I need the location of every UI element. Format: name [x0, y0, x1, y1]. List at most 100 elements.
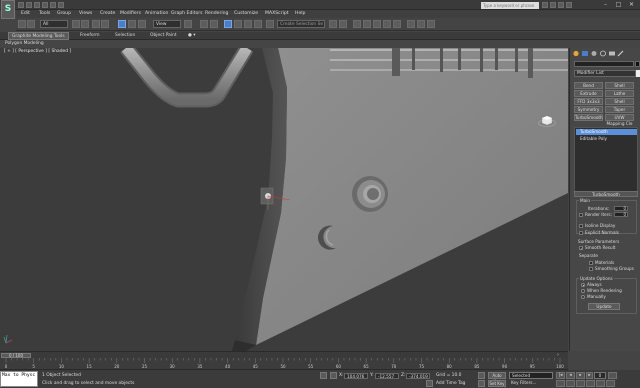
graphite-toggle-icon[interactable] — [363, 20, 371, 28]
close-button[interactable]: ✕ — [626, 1, 637, 9]
mirror-icon[interactable] — [329, 20, 337, 28]
maxscript-listener[interactable]: Max to Physc — [0, 371, 38, 387]
x-coordinate-field[interactable]: 104.076 — [344, 373, 368, 379]
modifier-taper-button[interactable]: Taper — [605, 106, 634, 113]
rectangular-selection-icon[interactable] — [92, 20, 100, 28]
stack-item-turbosmooth[interactable]: TurboSmooth — [576, 129, 637, 135]
create-tab-icon[interactable] — [572, 50, 580, 57]
menu-customize[interactable]: Customize — [234, 11, 258, 16]
orbit-icon[interactable] — [596, 380, 605, 387]
explicit-normals-checkbox[interactable] — [579, 231, 583, 235]
zoom-icon[interactable] — [556, 380, 565, 387]
select-and-scale-icon[interactable] — [138, 20, 146, 28]
tab-graphite-modeling-tools[interactable]: Graphite Modeling Tools — [8, 32, 69, 40]
select-and-move-icon[interactable] — [118, 20, 126, 28]
redo-icon[interactable] — [27, 20, 35, 28]
undo-icon[interactable] — [18, 20, 26, 28]
open-file-icon[interactable] — [26, 2, 32, 8]
object-name-field[interactable] — [574, 61, 634, 67]
angle-snap-icon[interactable] — [234, 20, 242, 28]
modifier-list-dropdown[interactable]: Modifier List — [574, 70, 636, 77]
menu-animation[interactable]: Animation — [145, 11, 168, 16]
zoom-extents-icon[interactable] — [576, 380, 585, 387]
maximize-viewport-icon[interactable] — [606, 380, 615, 387]
favorites-star-icon[interactable] — [558, 2, 564, 8]
motion-tab-icon[interactable] — [599, 50, 607, 57]
time-tag-icon[interactable] — [426, 380, 433, 387]
update-button[interactable]: Update — [588, 303, 620, 310]
render-setup-icon[interactable] — [407, 20, 415, 28]
always-radio[interactable] — [581, 283, 585, 287]
schematic-view-icon[interactable] — [383, 20, 391, 28]
play-icon[interactable]: ▸ — [576, 372, 585, 379]
modifier-symmetry-button[interactable]: Symmetry — [574, 106, 603, 113]
communication-center-icon[interactable] — [550, 2, 556, 8]
materials-checkbox[interactable] — [589, 261, 593, 265]
menu-rendering[interactable]: Rendering — [205, 11, 228, 16]
modifier-ffd-button[interactable]: FFD 3x3x3 — [574, 98, 603, 105]
window-crossing-icon[interactable] — [101, 20, 109, 28]
absolute-mode-icon[interactable] — [330, 372, 337, 379]
pivot-center-icon[interactable] — [184, 20, 192, 28]
tab-selection[interactable]: Selection — [115, 33, 135, 38]
modifier-shell-button[interactable]: Shell — [605, 82, 634, 89]
menu-help[interactable]: Help — [295, 11, 305, 16]
modifier-extrude-button[interactable]: Extrude — [574, 90, 603, 97]
polygon-modeling-panel-label[interactable]: Polygon Modeling — [5, 41, 44, 46]
undo-icon[interactable] — [42, 2, 48, 8]
select-object-icon[interactable] — [72, 20, 80, 28]
menu-group[interactable]: Group — [57, 11, 71, 16]
rendered-frame-window-icon[interactable] — [417, 20, 425, 28]
key-filters-button[interactable]: Key Filters... — [509, 380, 553, 387]
turbosmooth-rollout-header[interactable]: TurboSmooth — [574, 191, 638, 197]
tab-object-paint[interactable]: Object Paint — [150, 33, 177, 38]
smooth-result-checkbox[interactable]: ✓ — [579, 246, 583, 251]
menu-modifiers[interactable]: Modifiers — [120, 11, 141, 16]
modifier-shell-2-button[interactable]: Shell — [605, 98, 634, 105]
object-color-swatch[interactable] — [635, 61, 640, 67]
keyboard-shortcut-override-icon[interactable] — [210, 20, 218, 28]
display-tab-icon[interactable] — [608, 50, 616, 57]
add-time-tag[interactable]: Add Time Tag — [436, 381, 465, 386]
previous-frame-icon[interactable]: ◂ — [566, 372, 575, 379]
utilities-tab-icon[interactable] — [617, 50, 625, 57]
time-slider[interactable]: 0 / 100 › — [0, 351, 568, 358]
project-folder-icon[interactable] — [58, 2, 64, 8]
perspective-viewport[interactable]: [ + ] [ Perspective ] [ Shaded ] — [0, 48, 568, 351]
snaps-toggle-icon[interactable] — [224, 20, 232, 28]
menu-create[interactable]: Create — [100, 11, 115, 16]
modifier-lathe-button[interactable]: Lathe — [605, 90, 634, 97]
modifier-bend-button[interactable]: Bend — [574, 82, 603, 89]
spinner-snap-icon[interactable] — [254, 20, 262, 28]
track-bar[interactable]: 0 5 10 15 20 25 30 35 40 45 50 55 60 65 70 75 80 85 90 95 10… — [0, 358, 568, 370]
stack-item-editable-poly[interactable]: Editable Poly — [576, 136, 637, 142]
render-iters-checkbox[interactable] — [579, 213, 583, 217]
reference-coordinate-dropdown[interactable]: View — [153, 20, 181, 28]
ribbon-options-icon[interactable]: ● ▾ — [188, 33, 195, 38]
set-key-icon[interactable] — [478, 380, 485, 387]
modifier-turbosmooth-button[interactable]: TurboSmooth — [574, 114, 603, 121]
selection-filter-dropdown[interactable]: All — [40, 20, 68, 28]
set-key-button[interactable]: Set Key — [488, 380, 506, 387]
curve-editor-icon[interactable] — [373, 20, 381, 28]
search-icon[interactable] — [542, 2, 548, 8]
save-file-icon[interactable] — [34, 2, 40, 8]
tab-freeform[interactable]: Freeform — [80, 33, 100, 38]
app-logo-icon[interactable]: S — [1, 0, 15, 19]
select-and-rotate-icon[interactable] — [128, 20, 136, 28]
go-to-start-icon[interactable]: |◂ — [556, 372, 565, 379]
menu-graph-editors[interactable]: Graph Editors — [171, 11, 203, 16]
pan-view-icon[interactable] — [586, 380, 595, 387]
material-editor-icon[interactable] — [393, 20, 401, 28]
next-frame-icon[interactable]: ▸ — [586, 372, 593, 379]
redo-icon[interactable] — [50, 2, 56, 8]
modifier-uvw-mapping-button[interactable]: UVW Mapping Cle — [605, 114, 634, 126]
y-coordinate-field[interactable]: -12.557 — [375, 373, 399, 379]
modify-tab-icon[interactable] — [581, 50, 589, 57]
key-mode-icon[interactable] — [478, 372, 485, 379]
layer-manager-icon[interactable] — [353, 20, 361, 28]
menu-edit[interactable]: Edit — [21, 11, 30, 16]
new-file-icon[interactable] — [18, 2, 24, 8]
viewcube-icon[interactable] — [538, 113, 556, 127]
time-config-icon[interactable] — [608, 372, 617, 379]
